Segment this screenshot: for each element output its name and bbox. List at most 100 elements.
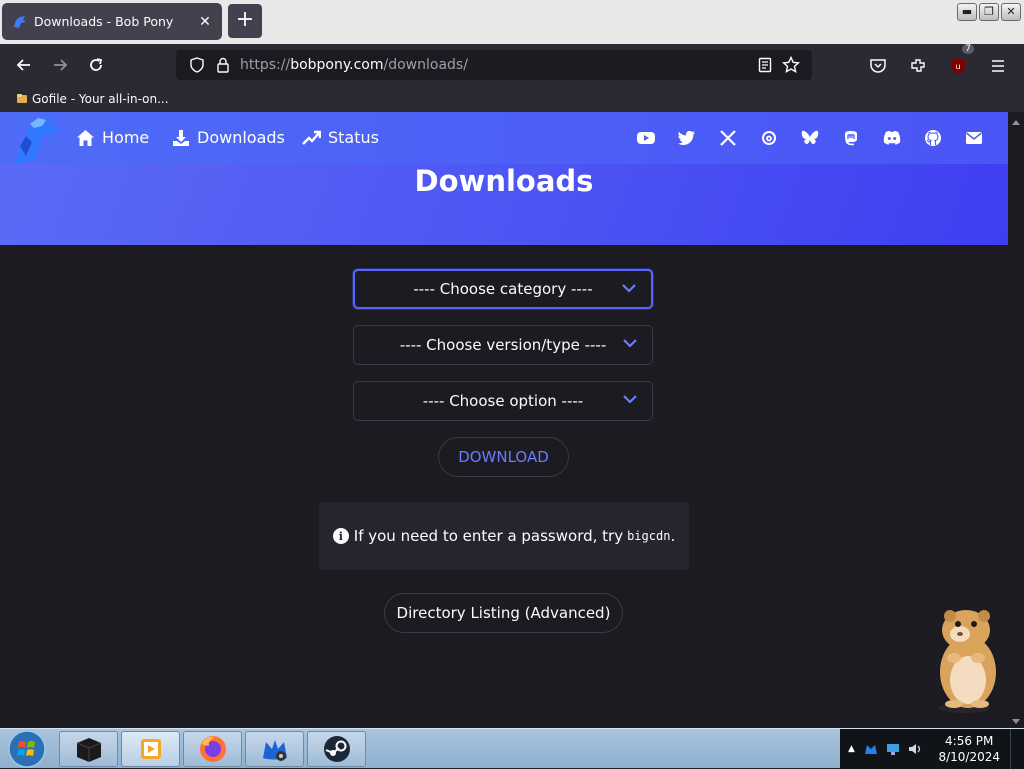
tray-expand-icon[interactable]: ▲ [848, 744, 855, 754]
nav-home[interactable]: Home [76, 128, 149, 147]
show-desktop-button[interactable] [1010, 729, 1024, 769]
download-button[interactable]: DOWNLOAD [438, 437, 569, 477]
taskbar-media-player[interactable] [121, 731, 180, 767]
discord-icon[interactable] [882, 128, 902, 148]
tab-title: Downloads - Bob Pony [34, 14, 174, 29]
version-select-value: ---- Choose version/type ---- [399, 336, 607, 354]
social-links [636, 128, 984, 148]
nav-status[interactable]: Status [302, 128, 379, 147]
page-content: Home Downloads Status Downloads ---- Cho… [0, 112, 1008, 728]
info-text-end: . [670, 527, 676, 545]
nav-downloads-label: Downloads [197, 128, 285, 147]
bobpony-favicon-icon [14, 15, 26, 28]
nav-status-label: Status [328, 128, 379, 147]
close-window-button[interactable]: ✕ [1001, 3, 1021, 21]
tab-bar: Downloads - Bob Pony ✕ + ▬ ❐ ✕ [0, 0, 1024, 44]
navigation-bar: https://bobpony.com/downloads/ u 7 [0, 44, 1024, 86]
url-host: bobpony.com [290, 57, 384, 73]
restore-button[interactable]: ❐ [979, 3, 999, 21]
site-header: Home Downloads Status Downloads [0, 112, 1008, 245]
url-bar[interactable]: https://bobpony.com/downloads/ [176, 50, 812, 80]
extension-badge: 7 [962, 44, 974, 54]
toolbar-right: u 7 [860, 44, 1016, 82]
start-button-icon[interactable] [5, 730, 49, 768]
back-icon[interactable] [6, 49, 42, 81]
site-navbar: Home Downloads Status [0, 112, 1008, 164]
x-icon[interactable] [718, 128, 738, 148]
taskbar-terminal[interactable] [59, 731, 118, 767]
shield-icon[interactable] [184, 52, 210, 78]
twitter-icon[interactable] [677, 128, 697, 148]
taskbar-clock[interactable]: 4:56 PM 8/10/2024 [938, 733, 1000, 765]
email-icon[interactable] [964, 128, 984, 148]
lock-icon[interactable] [210, 52, 236, 78]
tray-icons [863, 741, 923, 757]
new-tab-button[interactable]: + [228, 4, 262, 38]
github-icon[interactable] [923, 128, 943, 148]
option-select[interactable]: ---- Choose option ---- [353, 381, 653, 421]
minimize-button[interactable]: ▬ [957, 3, 977, 21]
nav-home-label: Home [102, 128, 150, 147]
forward-icon[interactable] [42, 49, 78, 81]
extensions-icon[interactable] [900, 50, 936, 82]
youtube-icon[interactable] [636, 128, 656, 148]
reader-view-icon[interactable] [752, 52, 778, 78]
chevron-down-icon [622, 284, 636, 293]
bookmark-gofile[interactable]: Gofile - Your all-in-on... [16, 92, 169, 106]
star-icon[interactable] [778, 52, 804, 78]
tray-network-icon[interactable] [885, 741, 901, 757]
ublock-icon[interactable]: u 7 [940, 44, 976, 82]
gofile-favicon-icon [17, 94, 27, 103]
scroll-up-icon[interactable] [1011, 118, 1021, 126]
reload-icon[interactable] [78, 49, 114, 81]
tab-downloads[interactable]: Downloads - Bob Pony ✕ [2, 3, 222, 40]
system-tray: ▲ 4:56 PM 8/10/2024 [840, 729, 1024, 769]
tray-malwarebytes-icon[interactable] [863, 741, 879, 757]
threads-icon[interactable] [759, 128, 779, 148]
url-protocol: https:// [240, 57, 291, 73]
scroll-down-icon[interactable] [1011, 718, 1021, 726]
chevron-down-icon [623, 395, 637, 404]
taskbar: ▲ 4:56 PM 8/10/2024 [0, 728, 1024, 769]
nav-downloads[interactable]: Downloads [172, 128, 285, 147]
chevron-down-icon [623, 339, 637, 348]
page-title: Downloads [414, 164, 594, 198]
media-player-app-icon [140, 739, 161, 759]
pocket-icon[interactable] [860, 50, 896, 82]
password-info-box: i If you need to enter a password, try b… [319, 502, 689, 570]
url-path: /downloads/ [383, 57, 468, 73]
taskbar-malwarebytes[interactable] [245, 731, 304, 767]
firefox-app-icon [199, 736, 226, 762]
menu-icon[interactable] [980, 50, 1016, 82]
bluesky-icon[interactable] [800, 128, 820, 148]
clock-time: 4:56 PM [945, 734, 994, 748]
bookmarks-bar: Gofile - Your all-in-on... [0, 86, 1024, 112]
category-select-value: ---- Choose category ---- [413, 280, 593, 298]
home-icon [77, 129, 94, 146]
option-select-value: ---- Choose option ---- [422, 392, 584, 410]
steam-app-icon [323, 736, 350, 762]
hamster-mascot-image [938, 610, 996, 713]
tab-close-icon[interactable]: ✕ [196, 14, 214, 30]
version-select[interactable]: ---- Choose version/type ---- [353, 325, 653, 365]
terminal-app-icon [76, 738, 101, 762]
category-select[interactable]: ---- Choose category ---- [353, 269, 653, 309]
directory-listing-button[interactable]: Directory Listing (Advanced) [384, 593, 623, 633]
mastodon-icon[interactable] [841, 128, 861, 148]
info-text: If you need to enter a password, try [353, 527, 624, 545]
taskbar-firefox[interactable] [183, 731, 242, 767]
svg-text:u: u [955, 62, 960, 71]
info-password-code: bigcdn [627, 529, 671, 543]
malwarebytes-app-icon [262, 740, 287, 761]
download-icon [173, 129, 189, 146]
trend-icon [302, 130, 321, 145]
tray-volume-icon[interactable] [907, 741, 923, 757]
clock-date: 8/10/2024 [938, 750, 1000, 764]
info-icon: i [332, 528, 349, 544]
bookmark-label: Gofile - Your all-in-on... [32, 92, 169, 106]
page-scrollbar[interactable] [1008, 112, 1024, 728]
bobpony-logo-icon[interactable] [12, 116, 64, 166]
window-controls: ▬ ❐ ✕ [957, 3, 1021, 21]
taskbar-steam[interactable] [307, 731, 366, 767]
url-text: https://bobpony.com/downloads/ [240, 57, 752, 73]
